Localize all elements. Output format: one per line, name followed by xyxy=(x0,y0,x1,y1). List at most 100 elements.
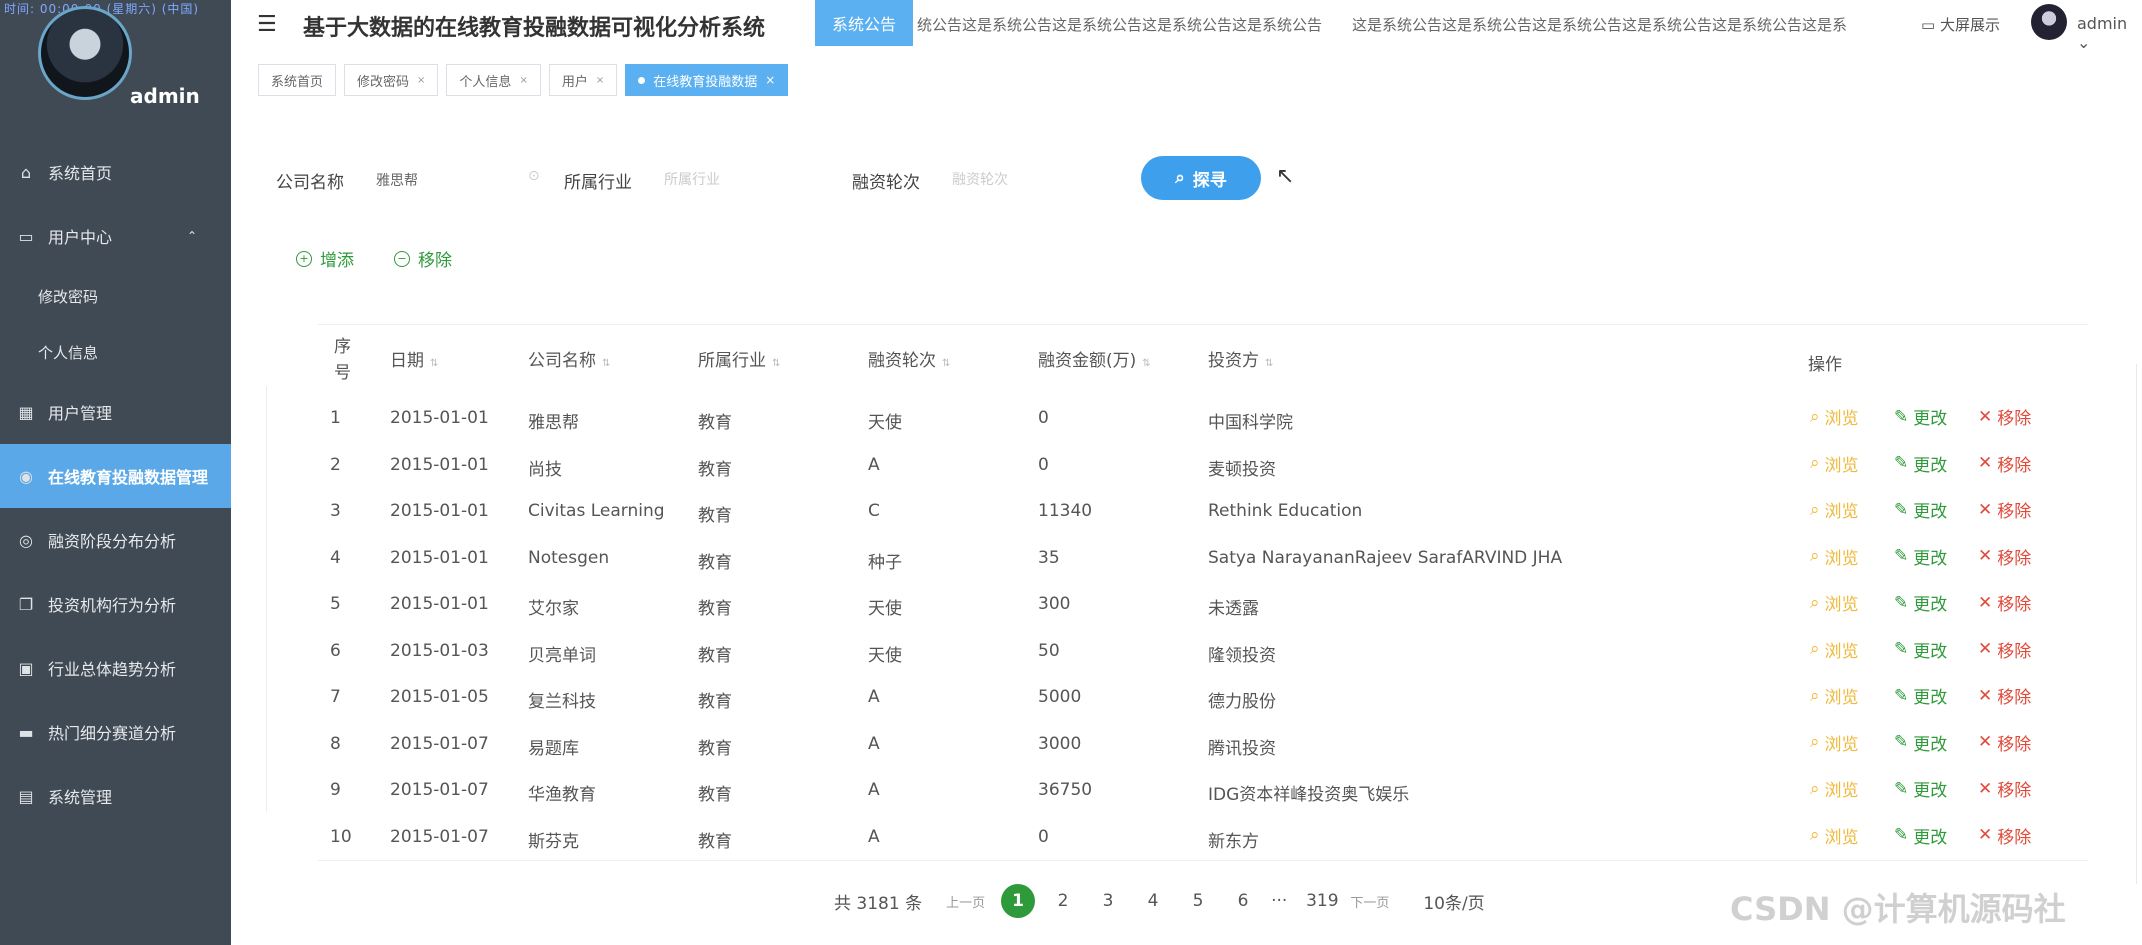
th-industry[interactable]: 所属行业 ⇅ xyxy=(698,346,780,371)
clear-icon[interactable]: ⊙ xyxy=(528,168,540,184)
page-2[interactable]: 2 xyxy=(1046,884,1080,918)
cell-investor: 未透露 xyxy=(1208,599,1259,619)
big-screen-button[interactable]: ▭ 大屏展示 xyxy=(1921,14,2000,35)
search-button[interactable]: ⌕ 探寻 xyxy=(1141,156,1261,200)
tab-change-password[interactable]: 修改密码 × xyxy=(344,64,439,96)
page-6[interactable]: 6 xyxy=(1226,884,1260,918)
edit-button[interactable]: ✎ 更改 xyxy=(1894,730,1947,755)
view-button[interactable]: ⌕ 浏览 xyxy=(1810,544,1859,569)
view-button[interactable]: ⌕ 浏览 xyxy=(1810,497,1859,523)
target-icon: ◎ xyxy=(19,530,33,550)
close-icon[interactable]: × xyxy=(417,75,425,86)
round-input[interactable] xyxy=(952,164,1102,196)
company-input[interactable] xyxy=(376,164,516,196)
notice-badge: 系统公告 xyxy=(815,0,913,46)
search-icon: ⌕ xyxy=(1810,825,1820,845)
page-more[interactable]: ··· xyxy=(1271,891,1287,911)
tab-label: 在线教育投融数据 xyxy=(653,74,758,90)
tab-profile[interactable]: 个人信息 × xyxy=(446,64,541,96)
delete-button[interactable]: ✕ 移除 xyxy=(1978,823,2031,848)
cell-seq: 10 xyxy=(330,826,352,847)
prev-page-button[interactable]: 上一页 xyxy=(946,892,985,911)
view-button-label: 浏览 xyxy=(1824,455,1859,476)
edit-button[interactable]: ✎ 更改 xyxy=(1894,683,1947,709)
delete-button[interactable]: ✕ 移除 xyxy=(1978,451,2031,476)
close-icon[interactable]: × xyxy=(765,73,775,87)
add-button[interactable]: + 增添 xyxy=(296,246,354,271)
view-button[interactable]: ⌕ 浏览 xyxy=(1810,637,1859,662)
view-button[interactable]: ⌕ 浏览 xyxy=(1810,823,1859,848)
edit-button[interactable]: ✎ 更改 xyxy=(1894,544,1947,569)
page-4[interactable]: 4 xyxy=(1136,884,1170,918)
menu-toggle-icon[interactable]: ☰ xyxy=(257,12,277,37)
edit-button[interactable]: ✎ 更改 xyxy=(1894,637,1947,662)
delete-button[interactable]: ✕ 移除 xyxy=(1978,776,2031,802)
th-round[interactable]: 融资轮次 ⇅ xyxy=(868,346,950,371)
copy-icon: ❐ xyxy=(18,594,34,614)
delete-button[interactable]: ✕ 移除 xyxy=(1978,590,2031,616)
edit-button[interactable]: ✎ 更改 xyxy=(1894,823,1947,848)
view-button[interactable]: ⌕ 浏览 xyxy=(1810,776,1859,802)
cell-investor: 麦顿投资 xyxy=(1208,459,1276,480)
table-row: 2 2015-01-01 尚技 教育 A 0 麦顿投资 ⌕ 浏览 ✎ 更改 ✕ 移除 xyxy=(318,443,2088,490)
sidebar-item-user-management[interactable]: ▦ 用户管理 xyxy=(0,380,231,444)
delete-button[interactable]: ✕ 移除 xyxy=(1978,730,2031,755)
sidebar-item-stage-analysis[interactable]: ◎ 融资阶段分布分析 xyxy=(0,508,231,572)
sidebar-item-profile[interactable]: 个人信息 xyxy=(0,324,231,380)
sidebar-item-trend-analysis[interactable]: ▣ 行业总体趋势分析 xyxy=(0,636,231,700)
cell-date: 2015-01-01 xyxy=(390,594,489,614)
sidebar-item-user-center[interactable]: ▭ 用户中心 ⌃ xyxy=(0,204,231,268)
sidebar-item-change-password[interactable]: 修改密码 xyxy=(0,268,231,324)
cell-round: A xyxy=(868,687,880,707)
sidebar-item-system[interactable]: ▤ 系统管理 xyxy=(0,764,231,828)
close-icon[interactable]: × xyxy=(596,75,604,86)
edit-button[interactable]: ✎ 更改 xyxy=(1894,497,1947,523)
th-amount[interactable]: 融资金额(万) ⇅ xyxy=(1038,346,1151,371)
view-button[interactable]: ⌕ 浏览 xyxy=(1810,730,1859,755)
sidebar-item-home[interactable]: ⌂ 系统首页 xyxy=(0,140,231,204)
header-user-menu[interactable]: admin ⌄ xyxy=(2077,14,2142,52)
tab-label: 系统首页 xyxy=(271,74,324,90)
edit-icon: ✎ xyxy=(1894,406,1909,427)
th-company[interactable]: 公司名称 ⇅ xyxy=(528,346,610,371)
view-button[interactable]: ⌕ 浏览 xyxy=(1810,683,1859,709)
view-button[interactable]: ⌕ 浏览 xyxy=(1810,404,1859,430)
view-button[interactable]: ⌕ 浏览 xyxy=(1810,590,1859,616)
page-size-select[interactable]: 10条/页 xyxy=(1423,889,1484,914)
edit-icon: ✎ xyxy=(1894,685,1909,706)
edit-button[interactable]: ✎ 更改 xyxy=(1894,590,1947,616)
tab-home[interactable]: 系统首页 xyxy=(258,64,337,96)
delete-button-label: 移除 xyxy=(1997,409,2032,429)
cell-amount: 300 xyxy=(1038,594,1071,614)
th-date[interactable]: 日期 ⇅ xyxy=(390,346,438,371)
delete-button[interactable]: ✕ 移除 xyxy=(1978,637,2031,662)
edit-button[interactable]: ✎ 更改 xyxy=(1894,404,1947,430)
user-center-icon: ▭ xyxy=(18,226,34,246)
next-page-button[interactable]: 下一页 xyxy=(1350,892,1389,911)
page-last[interactable]: 319 xyxy=(1305,884,1339,918)
th-investor[interactable]: 投资方 ⇅ xyxy=(1208,346,1273,371)
delete-button-label: 移除 xyxy=(1997,688,2032,708)
edit-button[interactable]: ✎ 更改 xyxy=(1894,451,1947,476)
tab-edu-finance-data[interactable]: 在线教育投融数据 × xyxy=(625,64,789,96)
delete-button[interactable]: ✕ 移除 xyxy=(1978,497,2031,523)
page-5[interactable]: 5 xyxy=(1181,884,1215,918)
sidebar-item-investor-analysis[interactable]: ❐ 投资机构行为分析 xyxy=(0,572,231,636)
close-icon[interactable]: × xyxy=(519,75,527,86)
page-1[interactable]: 1 xyxy=(1001,884,1036,918)
delete-button[interactable]: ✕ 移除 xyxy=(1978,404,2032,430)
view-button[interactable]: ⌕ 浏览 xyxy=(1810,451,1859,476)
tab-user[interactable]: 用户 × xyxy=(548,64,618,96)
edit-button[interactable]: ✎ 更改 xyxy=(1894,776,1947,802)
remove-label: 移除 xyxy=(418,251,452,271)
header-avatar[interactable] xyxy=(2031,4,2067,40)
avatar[interactable] xyxy=(38,6,132,100)
pagination: 共 3181 条 上一页 1 2 3 4 5 6 ··· 319 下一页 10条… xyxy=(834,884,1485,918)
page-3[interactable]: 3 xyxy=(1091,884,1125,918)
sidebar-item-edu-finance-data[interactable]: ◉ 在线教育投融数据管理 xyxy=(0,444,231,508)
industry-input[interactable] xyxy=(664,164,814,196)
delete-button[interactable]: ✕ 移除 xyxy=(1978,683,2032,709)
remove-button[interactable]: − 移除 xyxy=(394,246,452,271)
delete-button[interactable]: ✕ 移除 xyxy=(1978,544,2031,569)
sidebar-item-track-analysis[interactable]: ▬ 热门细分赛道分析 xyxy=(0,700,231,764)
